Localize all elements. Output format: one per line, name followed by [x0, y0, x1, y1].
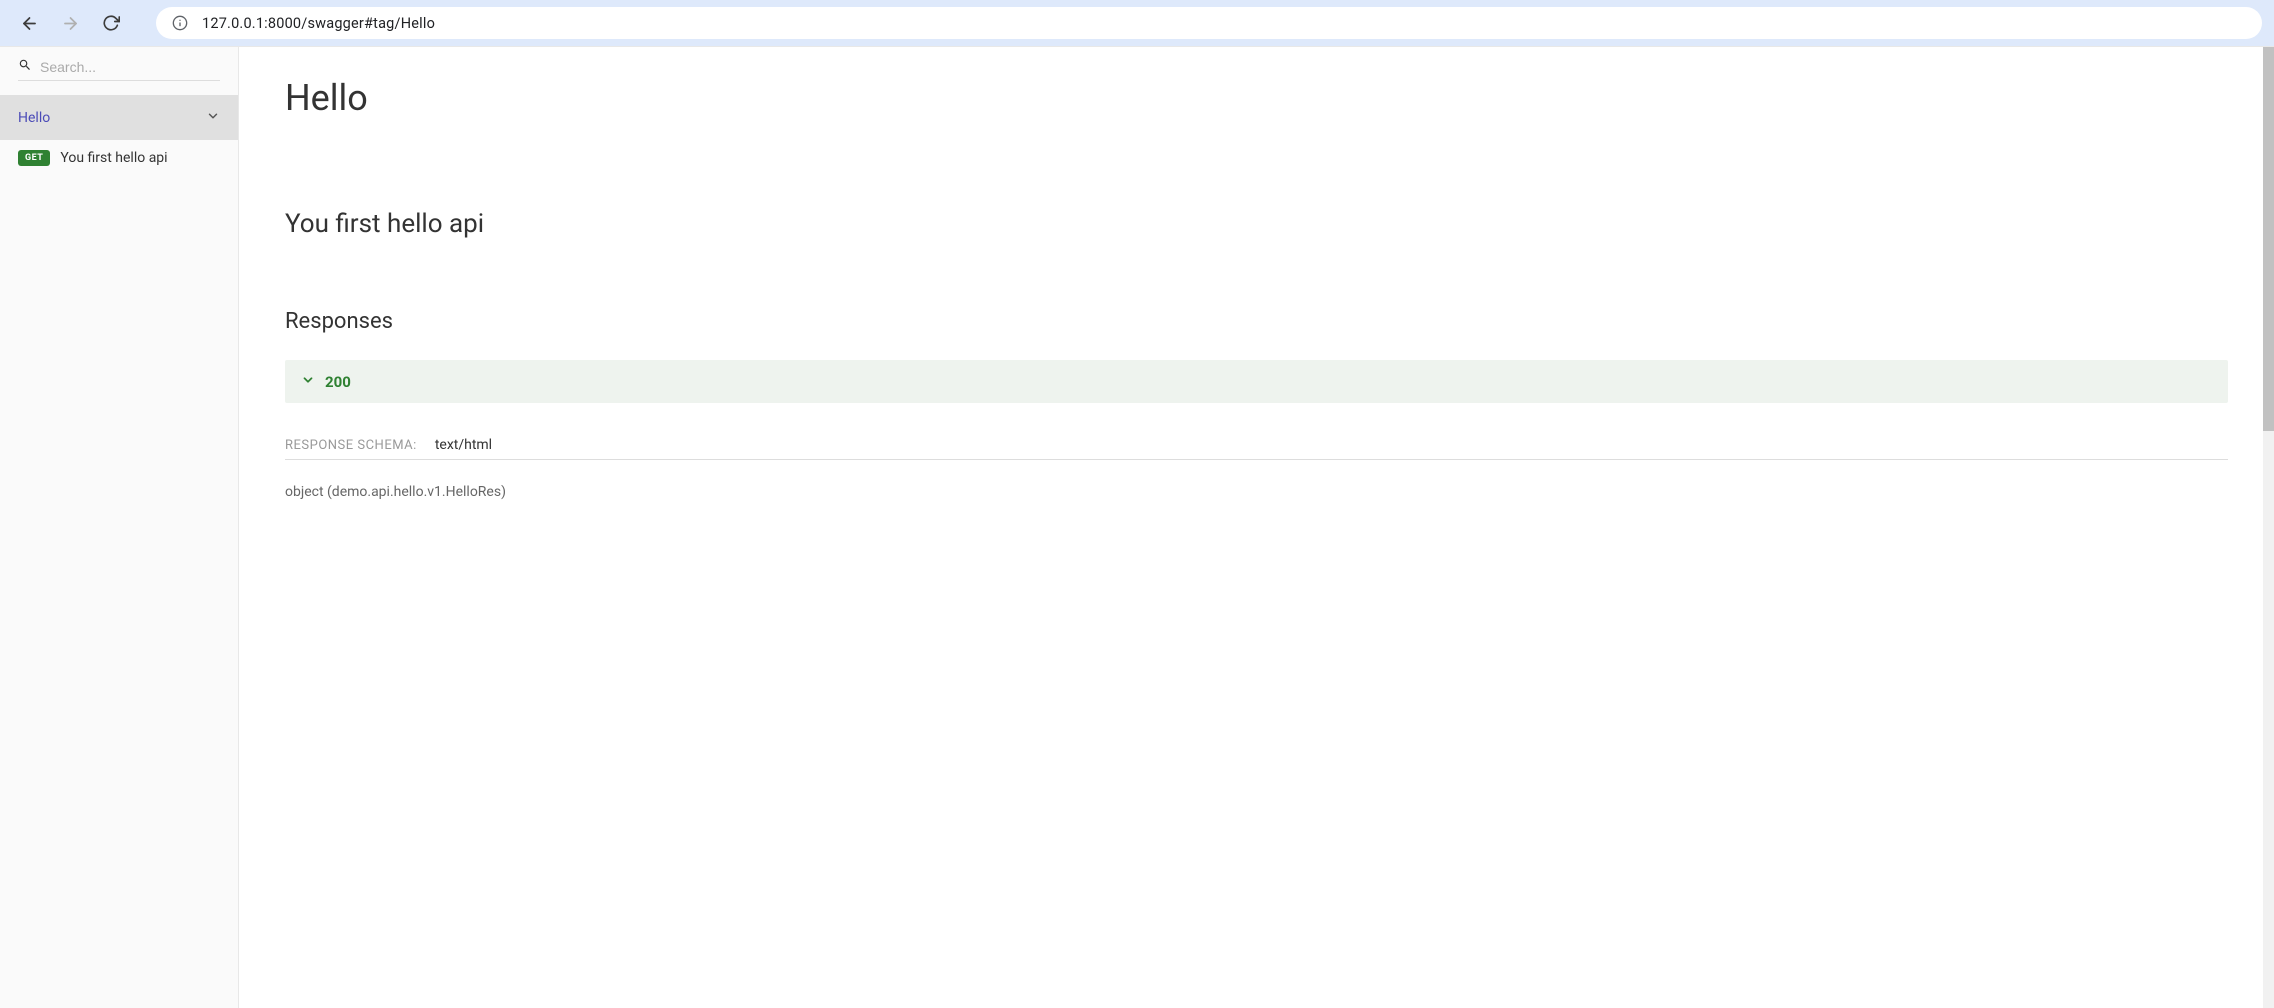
- sidebar-operation-label: You first hello api: [60, 150, 167, 166]
- sidebar-operation-item[interactable]: GET You first hello api: [0, 140, 238, 176]
- sidebar-tag-hello[interactable]: Hello: [0, 95, 238, 140]
- forward-button[interactable]: [61, 14, 80, 33]
- search-input[interactable]: [40, 59, 221, 75]
- scrollbar[interactable]: [2263, 47, 2274, 1008]
- back-button[interactable]: [20, 14, 39, 33]
- chevron-down-icon: [206, 108, 220, 127]
- browser-toolbar: 127.0.0.1:8000/swagger#tag/Hello: [0, 0, 2274, 46]
- info-icon[interactable]: [172, 15, 188, 31]
- scrollbar-thumb[interactable]: [2263, 47, 2274, 431]
- main-container: Hello GET You first hello api Hello You …: [0, 46, 2274, 1008]
- responses-heading: Responses: [285, 309, 2228, 334]
- schema-object: object (demo.api.hello.v1.HelloRes): [285, 484, 2228, 500]
- sidebar: Hello GET You first hello api: [0, 47, 239, 1008]
- nav-controls: [20, 14, 120, 33]
- response-code: 200: [325, 373, 351, 391]
- tag-heading: Hello: [285, 77, 2228, 119]
- endpoint-heading: You first hello api: [285, 209, 2228, 239]
- chevron-down-icon: [301, 372, 315, 391]
- reload-button[interactable]: [102, 14, 120, 32]
- schema-content-type[interactable]: text/html: [435, 437, 492, 453]
- http-method-badge: GET: [18, 150, 50, 166]
- search-icon: [18, 57, 32, 76]
- url-text: 127.0.0.1:8000/swagger#tag/Hello: [202, 15, 435, 32]
- address-bar[interactable]: 127.0.0.1:8000/swagger#tag/Hello: [156, 7, 2262, 39]
- response-status-row[interactable]: 200: [285, 360, 2228, 403]
- sidebar-tag-label: Hello: [18, 110, 50, 126]
- schema-label: RESPONSE SCHEMA:: [285, 438, 417, 453]
- content-area: Hello You first hello api Responses 200 …: [239, 47, 2274, 1008]
- search-box: [0, 47, 238, 87]
- schema-header: RESPONSE SCHEMA: text/html: [285, 437, 2228, 460]
